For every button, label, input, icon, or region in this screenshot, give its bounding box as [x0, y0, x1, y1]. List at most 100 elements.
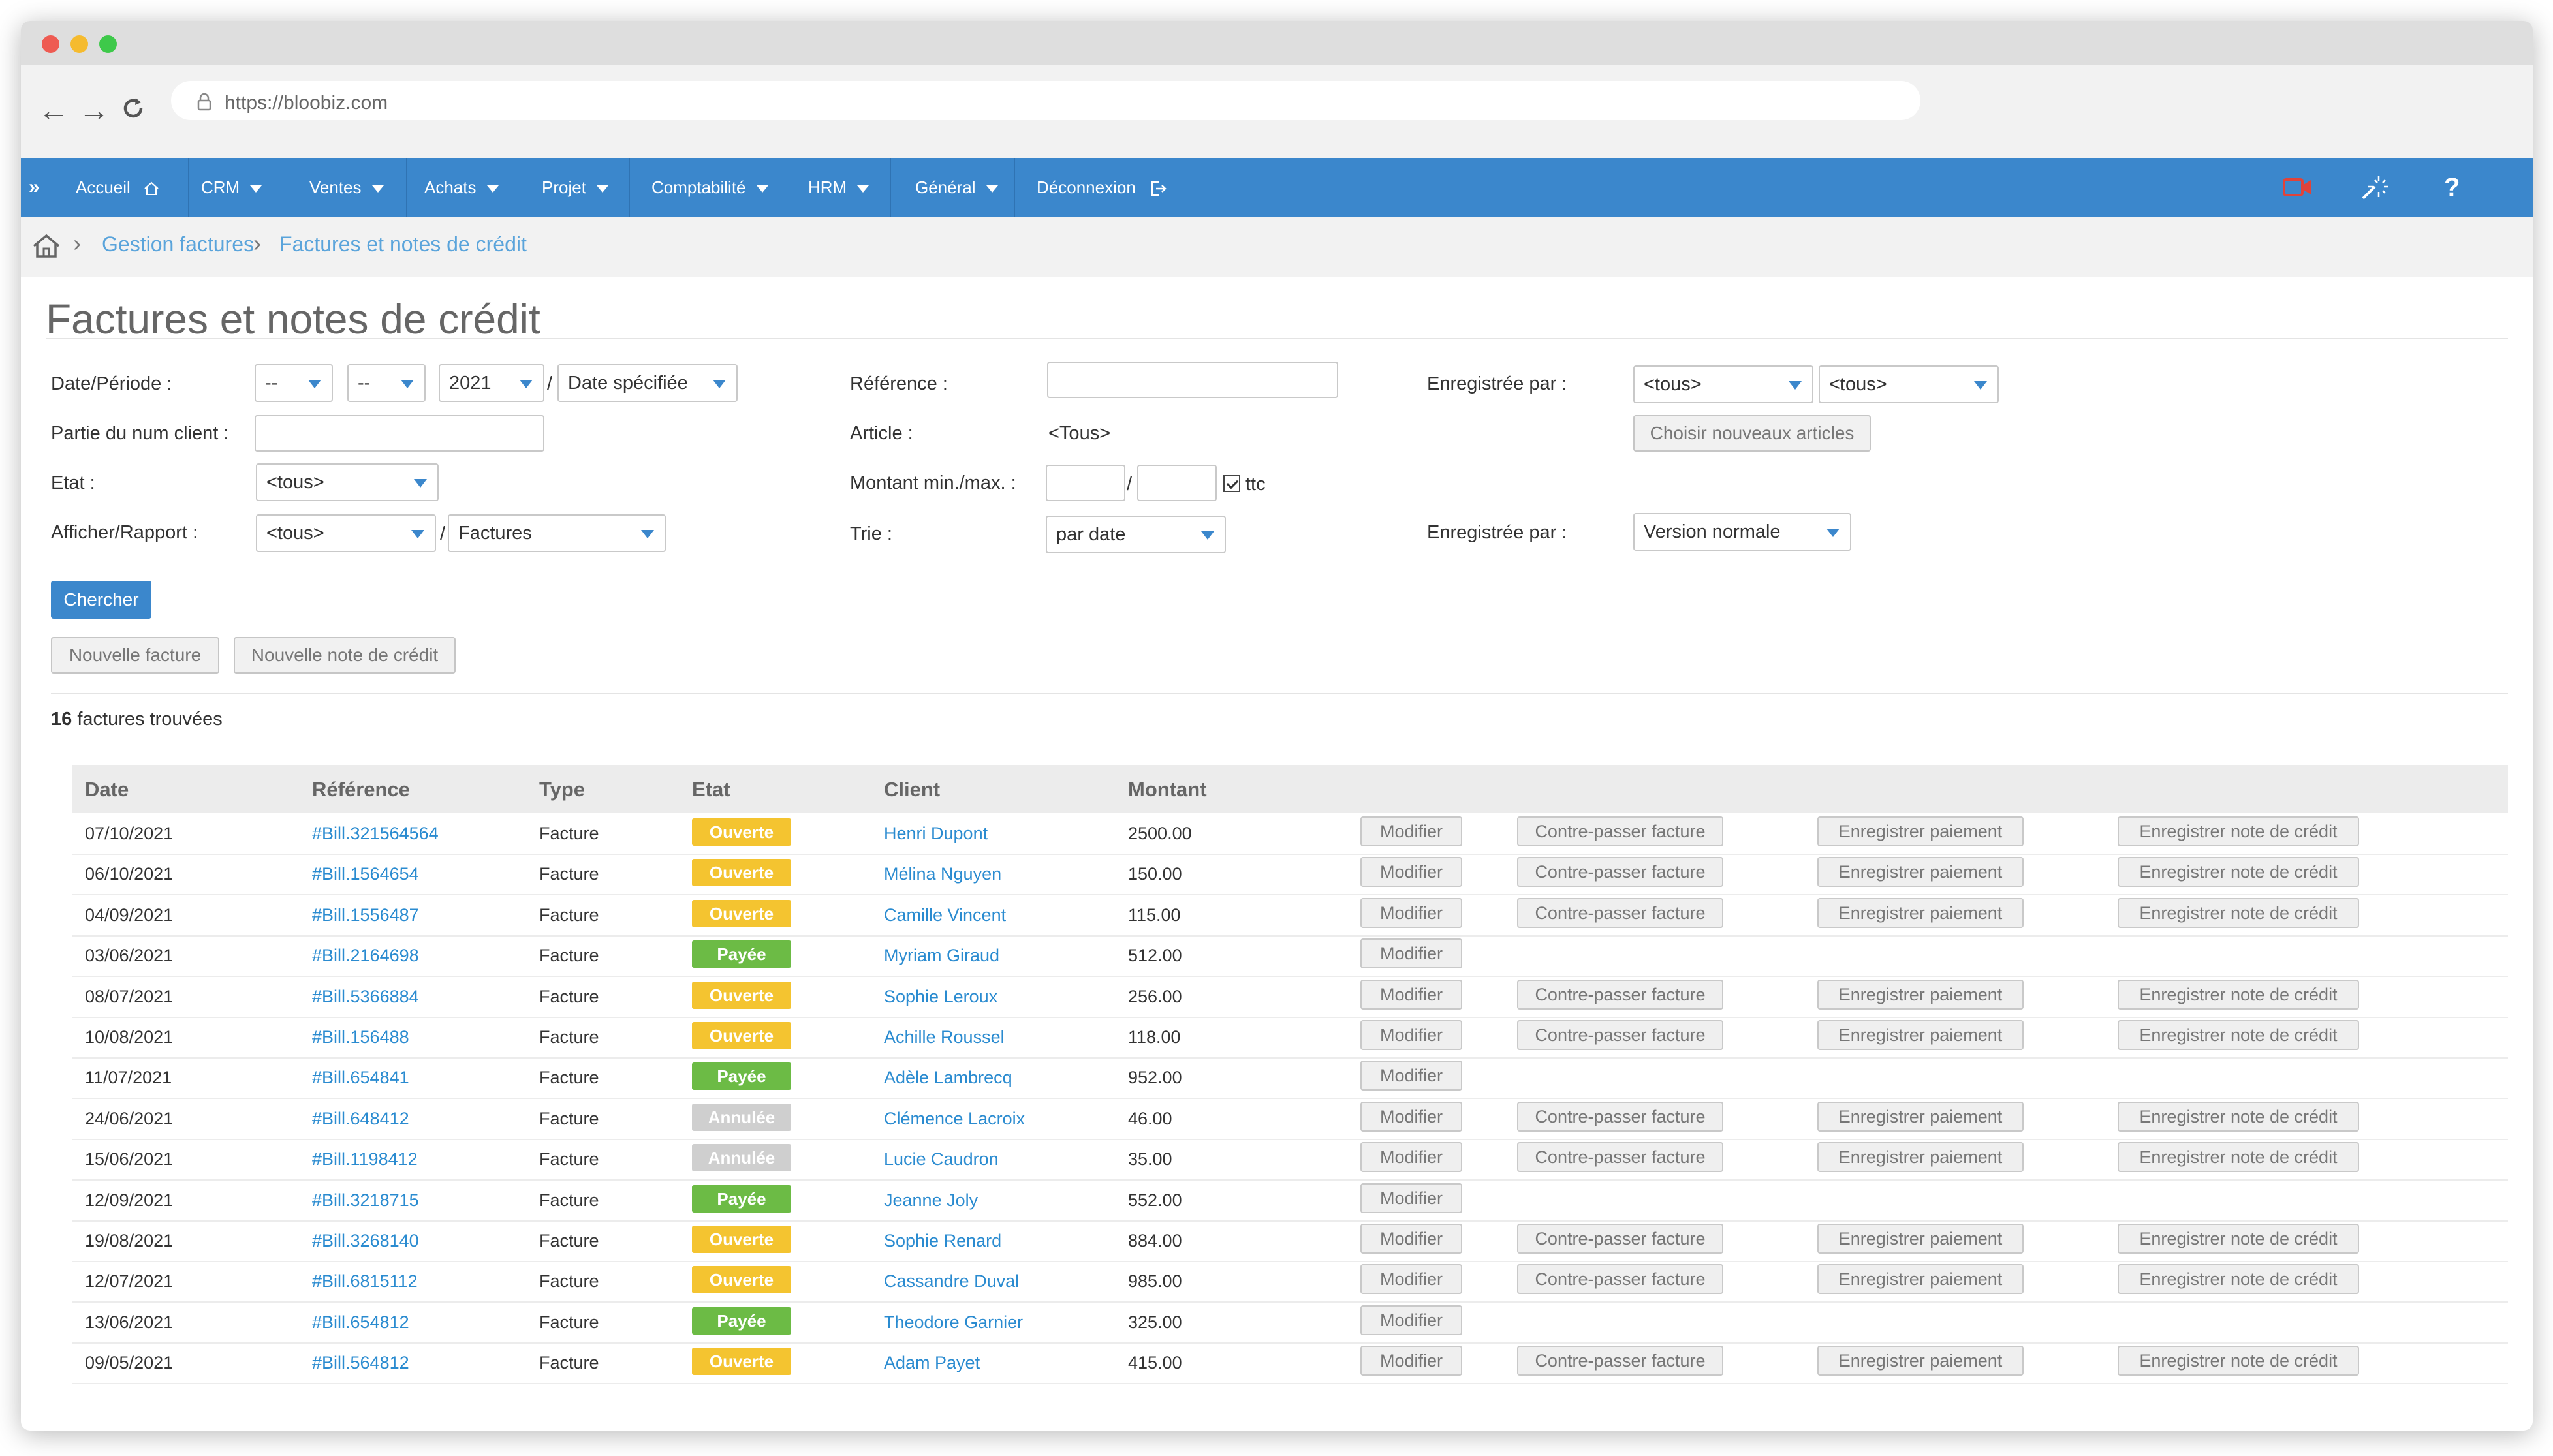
maximize-window-icon[interactable]	[99, 35, 117, 53]
record-credit-note-button[interactable]: Enregistrer note de crédit	[2118, 857, 2359, 888]
reverse-invoice-button[interactable]: Contre-passer facture	[1517, 1224, 1723, 1254]
modify-button[interactable]: Modifier	[1360, 1101, 1462, 1132]
nav-item-ventes[interactable]: Ventes	[309, 158, 384, 217]
record-credit-note-button[interactable]: Enregistrer note de crédit	[2118, 1224, 2359, 1254]
nav-item-general[interactable]: Général	[915, 158, 998, 217]
row-client-link[interactable]: Sophie Leroux	[884, 987, 997, 1007]
url-text[interactable]: https://bloobiz.com	[225, 92, 388, 114]
row-reference-link[interactable]: #Bill.564812	[312, 1353, 409, 1373]
modify-button[interactable]: Modifier	[1360, 1224, 1462, 1254]
row-client-link[interactable]: Theodore Garnier	[884, 1312, 1023, 1333]
record-payment-button[interactable]: Enregistrer paiement	[1817, 857, 2024, 888]
row-reference-link[interactable]: #Bill.321564564	[312, 824, 439, 844]
help-icon[interactable]: ?	[2444, 158, 2460, 217]
record-payment-button[interactable]: Enregistrer paiement	[1817, 1224, 2024, 1254]
afficher-select[interactable]: <tous>	[256, 514, 436, 552]
year-select[interactable]: 2021	[439, 364, 544, 402]
version-select[interactable]: Version normale	[1633, 513, 1851, 551]
modify-button[interactable]: Modifier	[1360, 938, 1462, 969]
reverse-invoice-button[interactable]: Contre-passer facture	[1517, 857, 1723, 888]
modify-button[interactable]: Modifier	[1360, 979, 1462, 1010]
home-icon[interactable]	[31, 232, 61, 260]
new-invoice-button[interactable]: Nouvelle facture	[51, 637, 219, 674]
record-payment-button[interactable]: Enregistrer paiement	[1817, 1142, 2024, 1173]
reverse-invoice-button[interactable]: Contre-passer facture	[1517, 897, 1723, 928]
record-credit-note-button[interactable]: Enregistrer note de crédit	[2118, 1142, 2359, 1173]
row-client-link[interactable]: Clémence Lacroix	[884, 1109, 1025, 1129]
nav-item-deconnexion[interactable]: Déconnexion	[1037, 158, 1168, 217]
new-credit-note-button[interactable]: Nouvelle note de crédit	[234, 637, 456, 674]
row-reference-link[interactable]: #Bill.3218715	[312, 1190, 419, 1211]
reverse-invoice-button[interactable]: Contre-passer facture	[1517, 1101, 1723, 1132]
video-camera-icon[interactable]	[2282, 176, 2313, 198]
column-header-montant[interactable]: Montant	[1128, 778, 1207, 801]
enregistree-par-select-2[interactable]: <tous>	[1819, 365, 1999, 403]
reference-input[interactable]	[1047, 362, 1338, 398]
modify-button[interactable]: Modifier	[1360, 1183, 1462, 1213]
nav-item-crm[interactable]: CRM	[201, 158, 262, 217]
row-reference-link[interactable]: #Bill.1198412	[312, 1149, 418, 1169]
breadcrumb-current[interactable]: Factures et notes de crédit	[279, 232, 527, 256]
ttc-checkbox[interactable]	[1223, 475, 1240, 492]
record-credit-note-button[interactable]: Enregistrer note de crédit	[2118, 816, 2359, 846]
row-reference-link[interactable]: #Bill.1556487	[312, 905, 419, 925]
modify-button[interactable]: Modifier	[1360, 1305, 1462, 1335]
article-value[interactable]: <Tous>	[1048, 423, 1110, 444]
record-payment-button[interactable]: Enregistrer paiement	[1817, 1264, 2024, 1295]
row-reference-link[interactable]: #Bill.1564654	[312, 864, 419, 884]
breadcrumb-gestion-factures[interactable]: Gestion factures	[102, 232, 254, 256]
row-client-link[interactable]: Myriam Giraud	[884, 946, 999, 966]
column-header-date[interactable]: Date	[85, 778, 129, 801]
modify-button[interactable]: Modifier	[1360, 1061, 1462, 1091]
row-client-link[interactable]: Cassandre Duval	[884, 1271, 1019, 1292]
record-payment-button[interactable]: Enregistrer paiement	[1817, 979, 2024, 1010]
reverse-invoice-button[interactable]: Contre-passer facture	[1517, 1020, 1723, 1050]
row-client-link[interactable]: Mélina Nguyen	[884, 864, 1001, 884]
reverse-invoice-button[interactable]: Contre-passer facture	[1517, 816, 1723, 846]
choisir-articles-button[interactable]: Choisir nouveaux articles	[1633, 415, 1871, 452]
column-header-client[interactable]: Client	[884, 778, 940, 801]
column-header-reference[interactable]: Référence	[312, 778, 410, 801]
reverse-invoice-button[interactable]: Contre-passer facture	[1517, 1142, 1723, 1173]
row-client-link[interactable]: Lucie Caudron	[884, 1149, 999, 1169]
row-client-link[interactable]: Adèle Lambrecq	[884, 1068, 1012, 1088]
row-client-link[interactable]: Jeanne Joly	[884, 1190, 978, 1211]
row-reference-link[interactable]: #Bill.156488	[312, 1027, 409, 1047]
row-reference-link[interactable]: #Bill.648412	[312, 1109, 409, 1129]
menu-expand-icon[interactable]: »	[29, 158, 40, 217]
search-button[interactable]: Chercher	[51, 581, 151, 619]
day-select[interactable]: --	[255, 364, 333, 402]
nav-item-hrm[interactable]: HRM	[808, 158, 869, 217]
modify-button[interactable]: Modifier	[1360, 857, 1462, 888]
close-window-icon[interactable]	[42, 35, 59, 53]
record-payment-button[interactable]: Enregistrer paiement	[1817, 897, 2024, 928]
record-payment-button[interactable]: Enregistrer paiement	[1817, 1101, 2024, 1132]
montant-max-input[interactable]	[1137, 465, 1217, 501]
row-client-link[interactable]: Adam Payet	[884, 1353, 980, 1373]
record-credit-note-button[interactable]: Enregistrer note de crédit	[2118, 979, 2359, 1010]
record-credit-note-button[interactable]: Enregistrer note de crédit	[2118, 897, 2359, 928]
record-credit-note-button[interactable]: Enregistrer note de crédit	[2118, 1264, 2359, 1295]
column-header-etat[interactable]: Etat	[692, 778, 730, 801]
reverse-invoice-button[interactable]: Contre-passer facture	[1517, 1264, 1723, 1295]
row-reference-link[interactable]: #Bill.3268140	[312, 1231, 419, 1251]
row-reference-link[interactable]: #Bill.5366884	[312, 987, 419, 1007]
nav-item-accueil[interactable]: Accueil	[76, 158, 160, 217]
reverse-invoice-button[interactable]: Contre-passer facture	[1517, 979, 1723, 1010]
minimize-window-icon[interactable]	[70, 35, 88, 53]
modify-button[interactable]: Modifier	[1360, 1346, 1462, 1376]
modify-button[interactable]: Modifier	[1360, 1264, 1462, 1295]
column-header-type[interactable]: Type	[539, 778, 585, 801]
modify-button[interactable]: Modifier	[1360, 897, 1462, 928]
magic-wand-icon[interactable]	[2359, 174, 2388, 202]
nav-item-projet[interactable]: Projet	[542, 158, 608, 217]
date-mode-select[interactable]: Date spécifiée	[557, 364, 738, 402]
row-reference-link[interactable]: #Bill.654812	[312, 1312, 409, 1333]
reverse-invoice-button[interactable]: Contre-passer facture	[1517, 1346, 1723, 1376]
address-bar[interactable]	[171, 81, 1920, 120]
row-reference-link[interactable]: #Bill.6815112	[312, 1271, 418, 1292]
record-payment-button[interactable]: Enregistrer paiement	[1817, 1346, 2024, 1376]
nav-item-achats[interactable]: Achats	[424, 158, 499, 217]
forward-arrow-icon[interactable]: →	[78, 93, 110, 129]
record-credit-note-button[interactable]: Enregistrer note de crédit	[2118, 1346, 2359, 1376]
